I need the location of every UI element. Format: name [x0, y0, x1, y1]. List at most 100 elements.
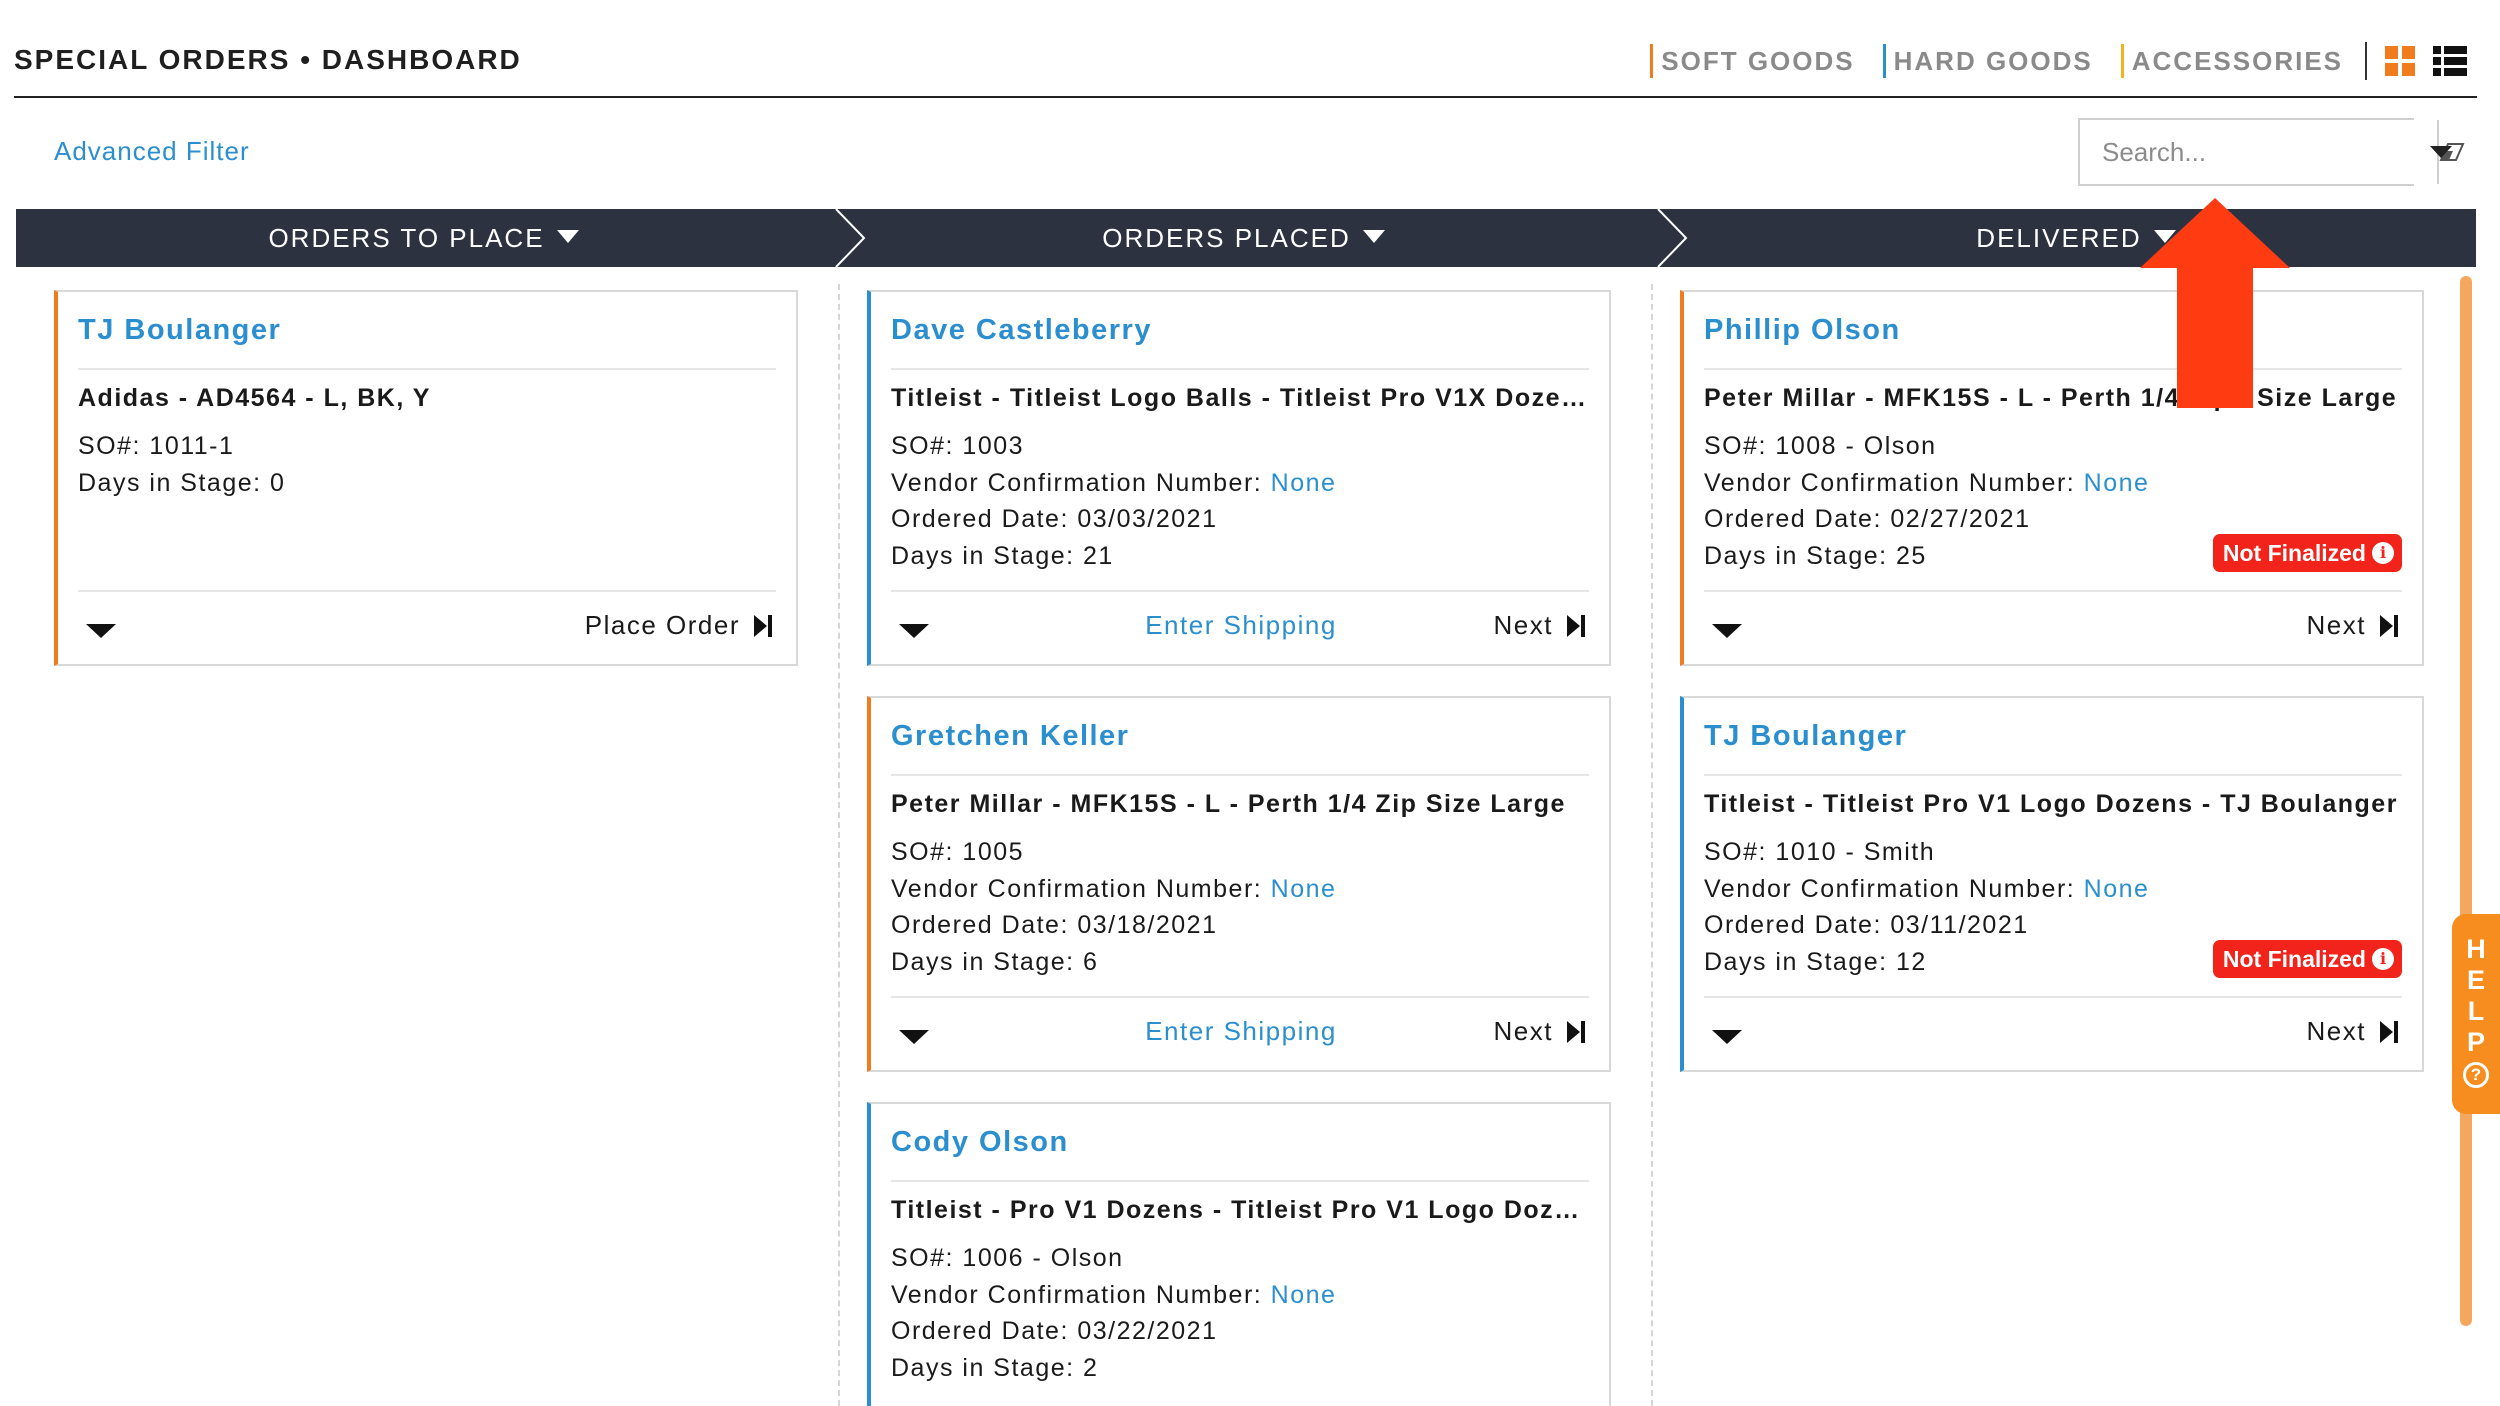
category-hard-goods[interactable]: HARD GOODS: [1882, 44, 2093, 78]
order-details: SO#: 1008 - Olson Vendor Confirmation Nu…: [1704, 432, 2150, 570]
stage-bar: ORDERS TO PLACE ORDERS PLACED DELIVERED: [16, 209, 2476, 267]
expand-chevron-down-icon[interactable]: [899, 1030, 929, 1044]
info-icon: i: [2372, 948, 2394, 970]
so-number: 1006 - Olson: [962, 1244, 1124, 1272]
divider: [78, 368, 776, 370]
column-divider: [1651, 284, 1653, 1406]
next-button[interactable]: Next: [2307, 1016, 2398, 1047]
days-in-stage: 6: [1083, 947, 1099, 976]
search-box: [2078, 118, 2465, 186]
expand-chevron-down-icon[interactable]: [1712, 1030, 1742, 1044]
days-in-stage: 0: [270, 468, 286, 497]
days-in-stage: 2: [1083, 1353, 1099, 1382]
page-title: SPECIAL ORDERS • DASHBOARD: [14, 44, 522, 75]
ordered-date: 03/18/2021: [1077, 911, 1218, 939]
customer-name[interactable]: TJ Boulanger: [78, 314, 281, 347]
ordered-date: 02/27/2021: [1890, 505, 2031, 533]
category-nav: SOFT GOODS HARD GOODS ACCESSORIES: [1622, 40, 2477, 82]
ordered-date: 03/22/2021: [1077, 1317, 1218, 1345]
expand-chevron-down-icon[interactable]: [899, 624, 929, 638]
expand-chevron-down-icon[interactable]: [1712, 624, 1742, 638]
grid-view-icon[interactable]: [2385, 46, 2415, 76]
skip-forward-icon: [754, 614, 772, 637]
days-in-stage: 25: [1896, 541, 1927, 570]
product-description: Titleist - Titleist Pro V1 Logo Dozens -…: [1704, 790, 2398, 818]
divider: [891, 368, 1589, 370]
order-details: SO#: 1006 - Olson Vendor Confirmation Nu…: [891, 1244, 1337, 1382]
stage-orders-to-place[interactable]: ORDERS TO PLACE: [16, 209, 831, 267]
order-card: Cody Olson Titleist - Pro V1 Dozens - Ti…: [867, 1102, 1611, 1406]
ordered-date: 03/03/2021: [1077, 505, 1218, 533]
enter-shipping-link[interactable]: Enter Shipping: [1141, 610, 1341, 641]
list-view-icon[interactable]: [2433, 46, 2467, 76]
advanced-filter-link[interactable]: Advanced Filter: [54, 136, 250, 167]
so-number: 1003: [962, 432, 1025, 460]
divider: [891, 590, 1589, 592]
skip-forward-icon: [1567, 614, 1585, 637]
order-card: Gretchen Keller Peter Millar - MFK15S - …: [867, 696, 1611, 1072]
days-in-stage: 21: [1083, 541, 1114, 570]
view-divider: [2365, 42, 2367, 80]
customer-name[interactable]: Cody Olson: [891, 1126, 1069, 1159]
vendor-confirmation-link[interactable]: None: [1271, 875, 1337, 903]
skip-forward-icon: [1567, 1020, 1585, 1043]
caret-down-icon: [1362, 230, 1385, 243]
column-divider: [838, 284, 840, 1406]
skip-forward-icon: [2380, 1020, 2398, 1043]
divider: [891, 996, 1589, 998]
order-card: TJ Boulanger Titleist - Titleist Pro V1 …: [1680, 696, 2424, 1072]
order-card: Dave Castleberry Titleist - Titleist Log…: [867, 290, 1611, 666]
order-details: SO#: 1005 Vendor Confirmation Number: No…: [891, 838, 1337, 976]
vendor-confirmation-link[interactable]: None: [1271, 469, 1337, 497]
customer-name[interactable]: Phillip Olson: [1704, 314, 1901, 347]
so-number: 1011-1: [149, 432, 235, 460]
info-icon: i: [2372, 542, 2394, 564]
divider: [1704, 368, 2402, 370]
so-number: 1008 - Olson: [1775, 432, 1937, 460]
order-details: SO#: 1010 - Smith Vendor Confirmation Nu…: [1704, 838, 2150, 976]
order-details: SO#: 1003 Vendor Confirmation Number: No…: [891, 432, 1337, 570]
not-finalized-badge[interactable]: Not Finalized i: [2212, 534, 2402, 572]
next-button[interactable]: Next: [1494, 1016, 1585, 1047]
so-number: 1005: [962, 838, 1025, 866]
stage-delivered[interactable]: DELIVERED: [1676, 209, 2476, 267]
product-description: Peter Millar - MFK15S - L - Perth 1/4 Zi…: [1704, 384, 2398, 412]
vendor-confirmation-link[interactable]: None: [2084, 469, 2150, 497]
annotation-arrow-icon: [2140, 198, 2290, 408]
stage-orders-placed[interactable]: ORDERS PLACED: [856, 209, 1631, 267]
customer-name[interactable]: Gretchen Keller: [891, 720, 1129, 753]
enter-shipping-link[interactable]: Enter Shipping: [1141, 1016, 1341, 1047]
divider: [891, 1180, 1589, 1182]
expand-chevron-down-icon[interactable]: [86, 624, 116, 638]
customer-name[interactable]: Dave Castleberry: [891, 314, 1152, 347]
next-button[interactable]: Next: [2307, 610, 2398, 641]
divider: [1704, 774, 2402, 776]
question-circle-icon: ?: [2463, 1062, 2489, 1088]
top-header: SPECIAL ORDERS • DASHBOARD SOFT GOODS HA…: [14, 0, 2477, 98]
search-input[interactable]: [2080, 120, 2437, 184]
vendor-confirmation-link[interactable]: None: [1271, 1281, 1337, 1309]
scrollbar[interactable]: [2460, 276, 2472, 1326]
order-card: Phillip Olson Peter Millar - MFK15S - L …: [1680, 290, 2424, 666]
ordered-date: 03/11/2021: [1890, 911, 2029, 939]
search-options-chevron-down-icon[interactable]: [2430, 146, 2452, 158]
product-description: Titleist - Titleist Logo Balls - Titleis…: [891, 384, 1589, 412]
not-finalized-badge[interactable]: Not Finalized i: [2212, 940, 2402, 978]
divider: [1704, 996, 2402, 998]
order-card: TJ Boulanger Adidas - AD4564 - L, BK, Y …: [54, 290, 798, 666]
next-button[interactable]: Next: [1494, 610, 1585, 641]
divider: [1704, 590, 2402, 592]
product-description: Adidas - AD4564 - L, BK, Y: [78, 384, 431, 412]
category-soft-goods[interactable]: SOFT GOODS: [1650, 44, 1854, 78]
help-tab[interactable]: H E L P ?: [2452, 914, 2500, 1114]
divider: [891, 774, 1589, 776]
days-in-stage: 12: [1896, 947, 1927, 976]
customer-name[interactable]: TJ Boulanger: [1704, 720, 1907, 753]
product-description: Titleist - Pro V1 Dozens - Titleist Pro …: [891, 1196, 1589, 1224]
divider: [78, 590, 776, 592]
order-details: SO#: 1011-1 Days in Stage: 0: [78, 432, 286, 497]
category-accessories[interactable]: ACCESSORIES: [2120, 44, 2343, 78]
place-order-button[interactable]: Place Order: [585, 610, 772, 641]
caret-down-icon: [556, 230, 579, 243]
vendor-confirmation-link[interactable]: None: [2084, 875, 2150, 903]
